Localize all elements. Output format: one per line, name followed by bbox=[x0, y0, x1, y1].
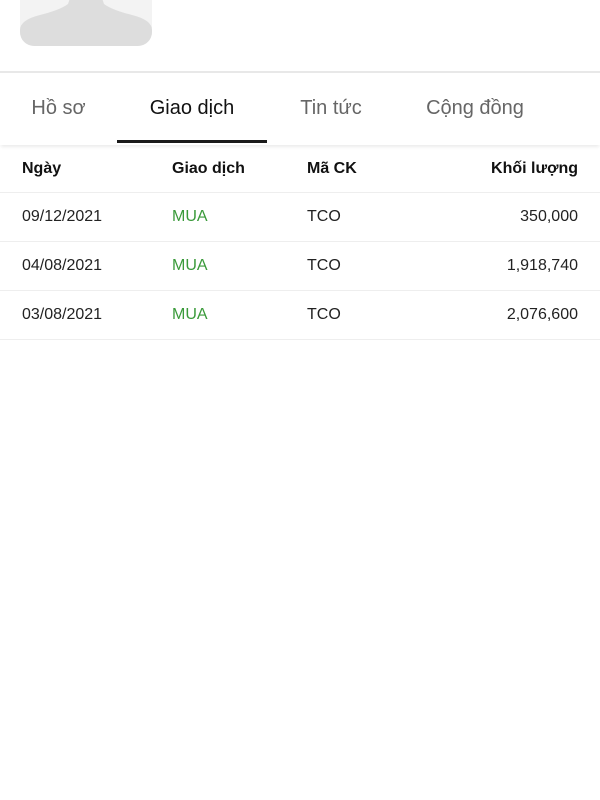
column-header-date: Ngày bbox=[22, 159, 62, 177]
table-header-row: Ngày Giao dịch Mã CK Khối lượng bbox=[0, 145, 600, 193]
profile-header bbox=[0, 0, 600, 71]
tab-label: Hồ sơ bbox=[31, 96, 86, 119]
profile-page: Hồ sơ Giao dịch Tin tức Cộng đồng Ngày G… bbox=[0, 0, 600, 800]
tab-label: Giao dịch bbox=[149, 96, 235, 119]
cell-date: 04/08/2021 bbox=[22, 257, 103, 274]
cell-code: TCO bbox=[307, 257, 341, 274]
table-row[interactable]: 09/12/2021 MUA TCO 350,000 bbox=[0, 193, 600, 242]
active-tab-indicator bbox=[117, 140, 267, 143]
cell-date: 09/12/2021 bbox=[22, 208, 103, 225]
table-row[interactable]: 03/08/2021 MUA TCO 2,076,600 bbox=[0, 291, 600, 340]
column-header-type: Giao dịch bbox=[172, 159, 245, 177]
tab-giao-dich[interactable]: Giao dịch bbox=[117, 73, 267, 143]
column-header-volume: Khối lượng bbox=[491, 159, 578, 177]
tab-label: Cộng đồng bbox=[426, 96, 524, 119]
avatar bbox=[20, 0, 152, 46]
tab-cong-dong[interactable]: Cộng đồng bbox=[395, 73, 555, 143]
cell-type: MUA bbox=[172, 306, 208, 323]
cell-volume: 2,076,600 bbox=[506, 306, 578, 323]
cell-code: TCO bbox=[307, 208, 341, 225]
cell-code: TCO bbox=[307, 306, 341, 323]
column-header-code: Mã CK bbox=[307, 159, 357, 177]
tab-ho-so[interactable]: Hồ sơ bbox=[0, 73, 117, 143]
cell-volume: 1,918,740 bbox=[506, 257, 578, 274]
user-silhouette-icon bbox=[20, 0, 152, 46]
cell-type: MUA bbox=[172, 257, 208, 274]
tab-bar: Hồ sơ Giao dịch Tin tức Cộng đồng bbox=[0, 71, 600, 145]
tab-tin-tuc[interactable]: Tin tức bbox=[267, 73, 395, 143]
cell-type: MUA bbox=[172, 208, 208, 225]
transactions-table: Ngày Giao dịch Mã CK Khối lượng 09/12/20… bbox=[0, 145, 600, 340]
cell-volume: 350,000 bbox=[520, 208, 578, 225]
table-row[interactable]: 04/08/2021 MUA TCO 1,918,740 bbox=[0, 242, 600, 291]
cell-date: 03/08/2021 bbox=[22, 306, 103, 323]
tab-label: Tin tức bbox=[300, 96, 362, 119]
